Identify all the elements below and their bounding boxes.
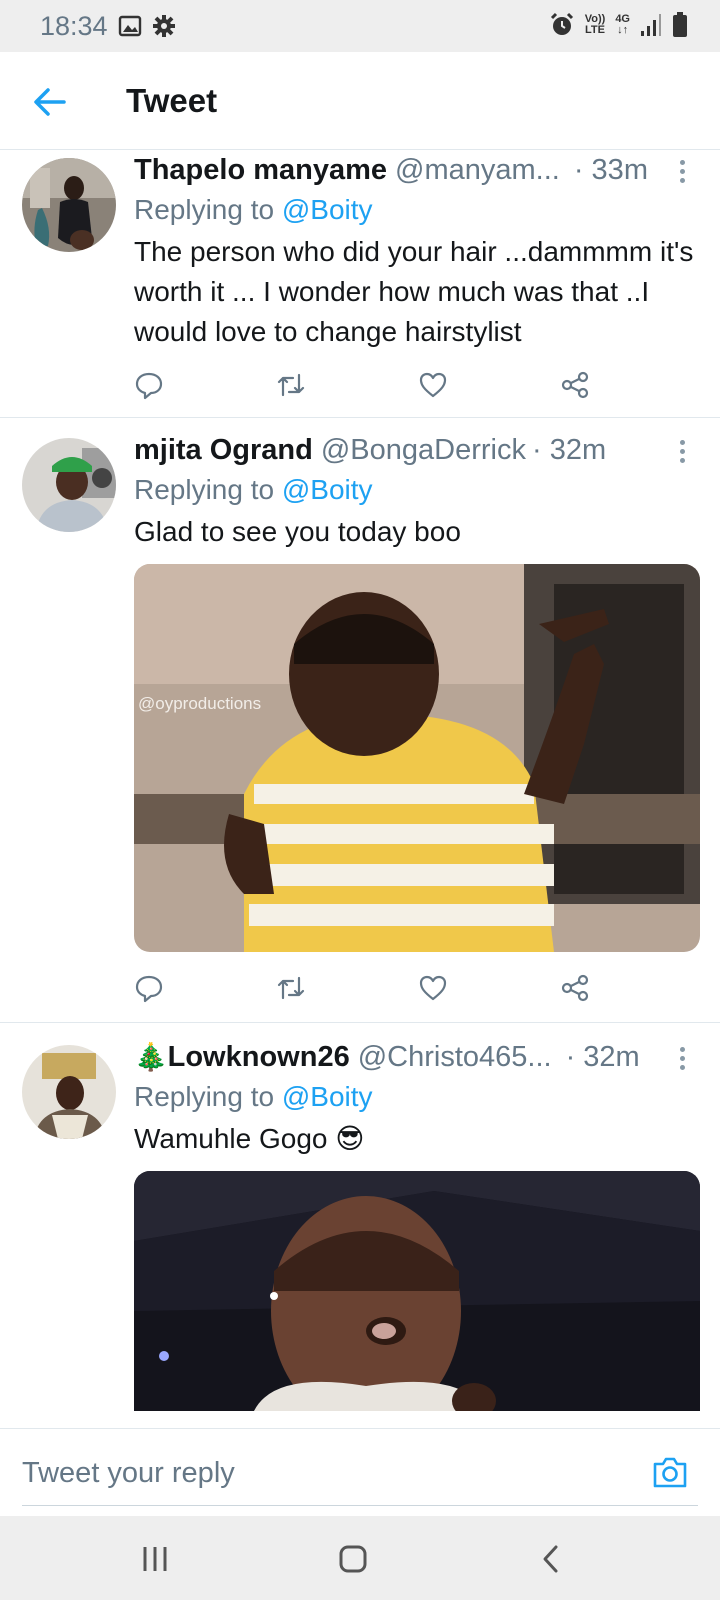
input-underline (22, 1505, 698, 1506)
more-options-icon[interactable] (680, 1047, 686, 1074)
tweet-time: · 33m (573, 154, 648, 186)
author-name[interactable]: Lowknown26 (168, 1037, 350, 1077)
reply-composer[interactable]: Tweet your reply (0, 1428, 720, 1516)
author-handle[interactable]: @Christo465... (358, 1037, 552, 1077)
share-icon[interactable] (560, 973, 590, 1003)
tweet-actions (0, 350, 720, 420)
author-handle[interactable]: @manyam... (395, 150, 560, 190)
more-options-icon[interactable] (680, 440, 686, 467)
tweet-media-image[interactable]: @oyproductions (134, 564, 700, 952)
back-icon[interactable] (536, 1544, 566, 1574)
tweet-text: Glad to see you today boo (134, 516, 461, 547)
replying-to: Replying to @Boity (134, 1081, 373, 1112)
author-handle[interactable]: @BongaDerrick (321, 430, 526, 470)
camera-icon[interactable] (652, 1455, 688, 1489)
tweet-text: The person who did your hair ...dammmm i… (134, 236, 694, 347)
author-name[interactable]: mjita Ogrand (134, 430, 313, 470)
tweet-text: Wamuhle Gogo 😎 (134, 1123, 365, 1154)
home-icon[interactable] (338, 1544, 368, 1574)
like-icon[interactable] (418, 973, 448, 1003)
mention-link[interactable]: @Boity (282, 194, 373, 225)
replying-to: Replying to @Boity (134, 194, 373, 225)
page-title: Tweet (126, 82, 218, 119)
share-icon[interactable] (560, 370, 590, 400)
christmas-tree-icon: 🎄 (134, 1042, 168, 1072)
battery-icon (673, 12, 687, 37)
author-name[interactable]: Thapelo manyame (134, 150, 387, 190)
arrow-left-icon[interactable] (30, 82, 70, 122)
tweet-media-image[interactable] (134, 1171, 700, 1411)
tweet-item[interactable]: 🎄 Lowknown26 @Christo465... · 32m Replyi… (0, 1023, 720, 1428)
tweet-time: · 32m (565, 1041, 640, 1073)
sunglasses-emoji-icon: 😎 (335, 1123, 365, 1154)
replying-to: Replying to @Boity (134, 474, 373, 505)
reply-input[interactable]: Tweet your reply (22, 1457, 235, 1490)
mention-link[interactable]: @Boity (282, 1081, 373, 1112)
recents-icon[interactable] (140, 1544, 170, 1574)
avatar[interactable] (22, 1045, 116, 1139)
avatar[interactable] (22, 438, 116, 532)
app-bar: Tweet (0, 52, 720, 150)
retweet-icon[interactable] (276, 370, 306, 400)
like-icon[interactable] (418, 370, 448, 400)
tweet-time: · 32m (531, 434, 607, 466)
tweet-item[interactable]: Thapelo manyame @manyam... · 33m Replyin… (0, 150, 720, 418)
status-time: 18:34 (40, 10, 108, 41)
reply-icon[interactable] (134, 370, 164, 400)
tweet-item[interactable]: mjita Ogrand @BongaDerrick · 32m Replyin… (0, 418, 720, 1023)
media-watermark: @oyproductions (138, 694, 261, 713)
4g-icon: 4G ↓↑ (615, 13, 630, 36)
tweet-actions (0, 953, 720, 1023)
volte-icon: Vo)) LTE (584, 13, 606, 36)
avatar[interactable] (22, 158, 116, 252)
retweet-icon[interactable] (276, 973, 306, 1003)
status-bar: 18:34 Vo)) LTE 4G ↓↑ (0, 0, 720, 52)
mention-link[interactable]: @Boity (282, 474, 373, 505)
reply-feed[interactable]: Thapelo manyame @manyam... · 33m Replyin… (0, 150, 720, 1428)
image-icon (118, 15, 141, 37)
system-nav-bar (0, 1516, 720, 1600)
alarm-icon (550, 12, 573, 35)
more-options-icon[interactable] (680, 160, 686, 187)
gear-icon (152, 15, 175, 37)
reply-icon[interactable] (134, 973, 164, 1003)
signal-icon (641, 14, 661, 36)
